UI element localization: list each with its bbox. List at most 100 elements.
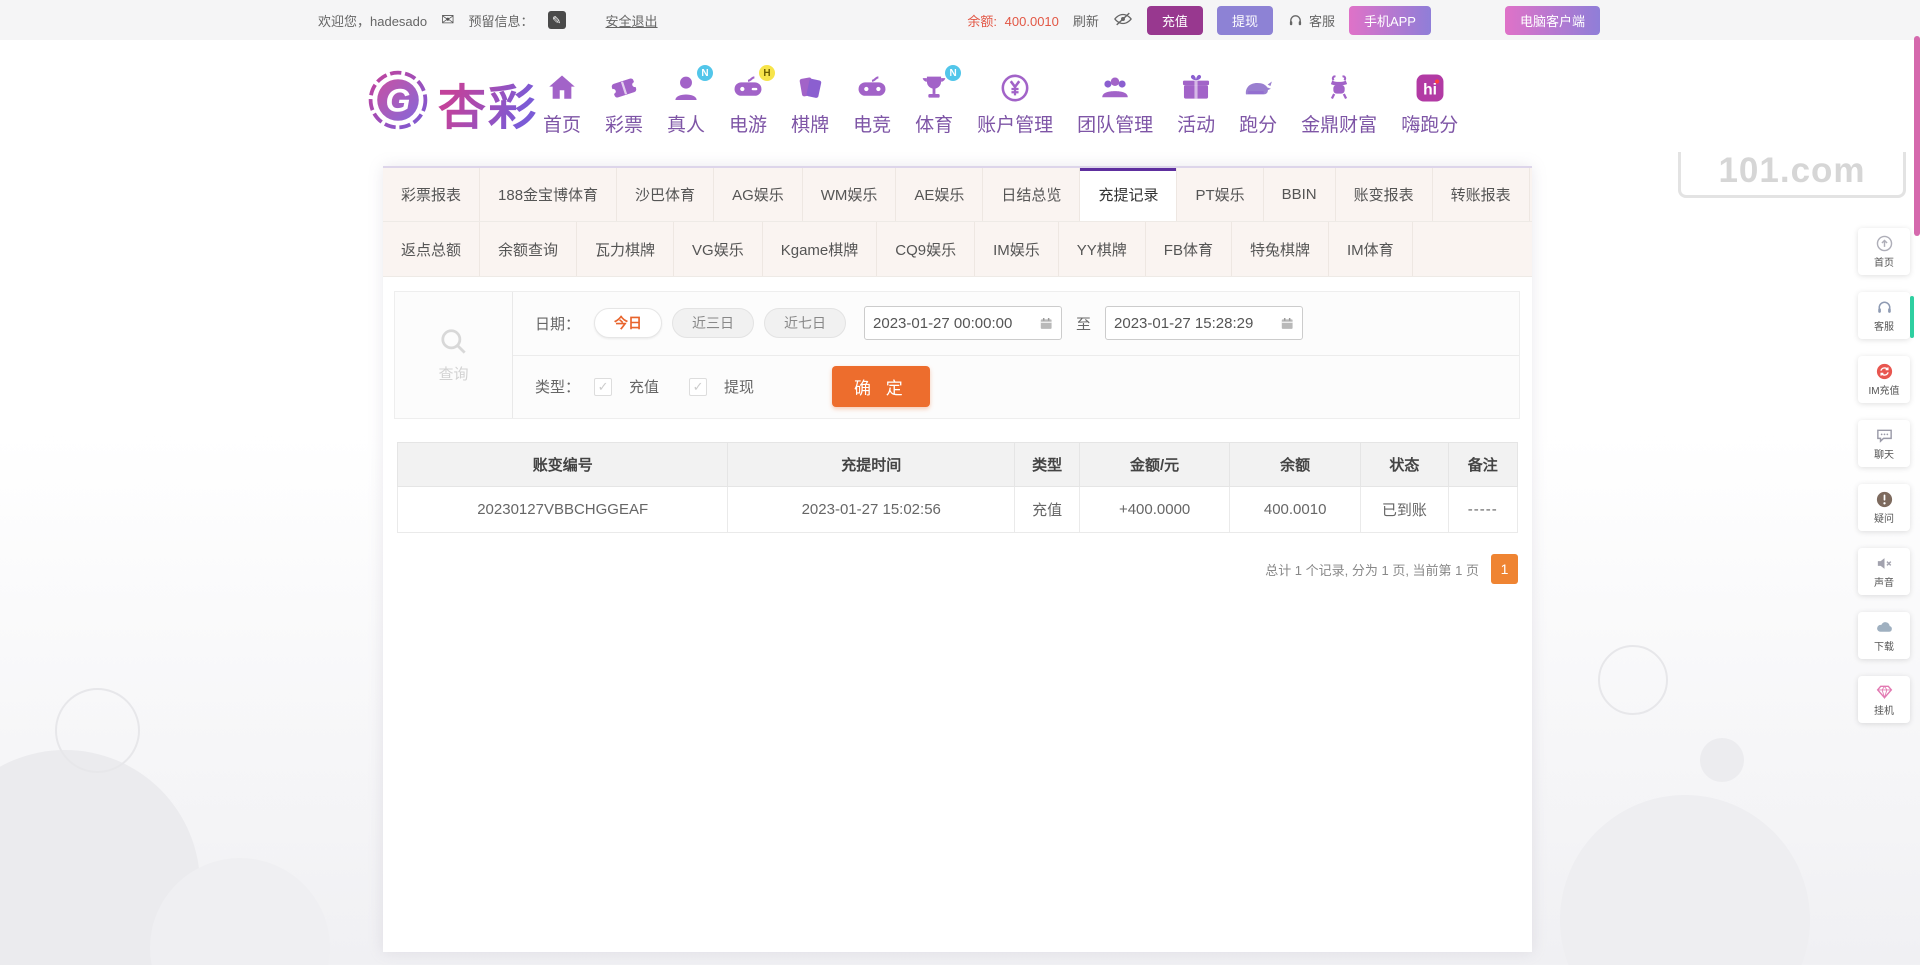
quick-3days-pill[interactable]: 近三日 (672, 308, 755, 339)
decor-balloon (1560, 795, 1810, 965)
decor-balloon (1598, 645, 1668, 715)
sidebar-item-question[interactable]: 疑问 (1858, 484, 1910, 531)
ticket-icon (606, 70, 642, 106)
nav-item-esports[interactable]: 电竞 (853, 70, 891, 137)
nav-item-live[interactable]: N 真人 (667, 65, 714, 137)
eye-off-icon[interactable] (1113, 10, 1133, 31)
sidebar-item-service[interactable]: 客服 (1858, 292, 1910, 339)
home-icon (544, 70, 580, 106)
new-badge: N (697, 65, 714, 81)
to-label: 至 (1076, 315, 1092, 333)
tab-zhuanzhang-baobiao[interactable]: 转账报表 (1433, 168, 1530, 221)
tab-wm-yule[interactable]: WM娱乐 (803, 168, 897, 221)
sidebar-label: 首页 (1874, 258, 1894, 269)
logout-link[interactable]: 安全退出 (606, 11, 658, 30)
quick-today-pill[interactable]: 今日 (594, 308, 663, 339)
sidebar-item-chat[interactable]: 聊天 (1858, 420, 1910, 467)
tab-im-yule[interactable]: IM娱乐 (975, 222, 1059, 276)
refresh-link[interactable]: 刷新 (1073, 11, 1099, 30)
withdraw-checkbox[interactable]: ✓ (689, 377, 708, 396)
tab-tetu-qipai[interactable]: 特兔棋牌 (1232, 222, 1329, 276)
tab-cq9-yule[interactable]: CQ9娱乐 (877, 222, 976, 276)
nav-label: 账户管理 (977, 115, 1054, 136)
col-change-id: 账变编号 (396, 442, 729, 487)
customer-service-link[interactable]: 客服 (1287, 11, 1335, 30)
nav-item-promos[interactable]: 活动 (1177, 70, 1215, 137)
tab-ag-yule[interactable]: AG娱乐 (714, 168, 803, 221)
nav-item-cards[interactable]: 棋牌 (791, 70, 829, 137)
sidebar-scroll-indicator[interactable] (1910, 296, 1914, 338)
table-row: 20230127VBBCHGGEAF 2023-01-27 15:02:56 充… (396, 486, 1519, 533)
nav-item-lottery[interactable]: 彩票 (605, 70, 643, 137)
withdraw-button[interactable]: 提现 (1216, 5, 1273, 35)
pc-client-button[interactable]: 电脑客户端 (1504, 5, 1600, 35)
sidebar-item-home[interactable]: 首页 (1858, 228, 1910, 275)
date-label: 日期： (535, 315, 581, 333)
sidebar-item-download[interactable]: 下载 (1858, 612, 1910, 659)
sidebar-label: 声音 (1874, 578, 1894, 589)
exclamation-circle-icon (1876, 491, 1892, 508)
hi-app-icon: hi (1412, 70, 1448, 106)
tab-zhangbian-baobiao[interactable]: 账变报表 (1336, 168, 1433, 221)
tab-wali-qipai[interactable]: 瓦力棋牌 (577, 222, 675, 276)
calendar-icon[interactable] (1280, 315, 1294, 331)
nav-item-hipaofen[interactable]: hi 嗨跑分 (1401, 70, 1458, 137)
cell-balance: 400.0010 (1229, 486, 1362, 533)
deposit-button[interactable]: 充值 (1146, 5, 1203, 35)
col-balance: 余额 (1229, 442, 1362, 487)
tab-shaba-tiyu[interactable]: 沙巴体育 (617, 168, 715, 221)
tab-caipiao-baobiao[interactable]: 彩票报表 (383, 168, 481, 221)
query-main: 日期： 今日 近三日 近七日 至 类型： ✓ 充值 ✓ 提现 (513, 292, 1519, 418)
recharge-refresh-icon (1876, 363, 1892, 380)
tab-kgame-qipai[interactable]: Kgame棋牌 (763, 222, 878, 276)
sidebar-item-im-recharge[interactable]: IM充值 (1858, 356, 1910, 403)
date-to-input[interactable] (1114, 314, 1276, 332)
confirm-button[interactable]: 确 定 (832, 366, 930, 408)
trophy-icon: N (916, 65, 962, 106)
brand-emblem-icon: G (364, 66, 432, 139)
sidebar-item-idle[interactable]: 挂机 (1858, 676, 1910, 723)
tab-fb-tiyu[interactable]: FB体育 (1146, 222, 1232, 276)
table-header-row: 账变编号 充提时间 类型 金额/元 余额 状态 备注 (396, 442, 1519, 487)
nav-item-account[interactable]: 账户管理 (977, 70, 1053, 137)
tab-bbin[interactable]: BBIN (1264, 168, 1336, 221)
nav-item-home[interactable]: 首页 (543, 70, 581, 137)
tab-fandian-zonge[interactable]: 返点总额 (383, 222, 481, 276)
pagination-summary: 总计 1 个记录, 分为 1 页, 当前第 1 页 (1265, 562, 1479, 578)
mobile-app-button[interactable]: 手机APP (1348, 5, 1431, 35)
page-scrollbar-thumb[interactable] (1914, 36, 1920, 236)
tab-pt-yule[interactable]: PT娱乐 (1177, 168, 1264, 221)
quick-sidebar: 首页 客服 IM充值 聊天 疑问 声音 下载 挂机 (1858, 228, 1910, 723)
date-from-input[interactable] (873, 314, 1035, 332)
deposit-checkbox[interactable]: ✓ (594, 377, 613, 396)
headset-icon (1877, 301, 1891, 313)
edit-pencil-icon[interactable]: ✎ (547, 11, 566, 29)
sidebar-item-sound[interactable]: 声音 (1858, 548, 1910, 595)
date-to-field[interactable] (1105, 306, 1304, 341)
topbar-right: 余额: 400.0010 刷新 充值 提现 客服 手机APP 电脑客户端 (967, 5, 1600, 35)
nav-item-paofen[interactable]: 跑分 (1239, 70, 1277, 137)
sidebar-label: 挂机 (1874, 706, 1894, 717)
nav-item-sports[interactable]: N 体育 (915, 65, 962, 137)
tab-chongti-jilu-active[interactable]: 充提记录 (1080, 168, 1178, 221)
tab-ae-yule[interactable]: AE娱乐 (896, 168, 984, 221)
nav-label: 跑分 (1239, 115, 1278, 136)
nav-item-team[interactable]: 团队管理 (1077, 70, 1153, 137)
date-from-field[interactable] (864, 306, 1063, 341)
tab-188jinbaobo-tiyu[interactable]: 188金宝博体育 (480, 168, 618, 221)
content-panel: 彩票报表 188金宝博体育 沙巴体育 AG娱乐 WM娱乐 AE娱乐 日结总览 充… (383, 166, 1532, 952)
sidebar-label: 客服 (1874, 322, 1894, 333)
tab-yy-qipai[interactable]: YY棋牌 (1059, 222, 1146, 276)
tab-im-tiyu[interactable]: IM体育 (1329, 222, 1413, 276)
sidebar-label: IM充值 (1868, 386, 1900, 397)
tab-rijie-zonglan[interactable]: 日结总览 (983, 168, 1081, 221)
calendar-icon[interactable] (1039, 315, 1053, 331)
page-1-button[interactable]: 1 (1491, 554, 1518, 584)
mail-icon[interactable]: ✉ (441, 10, 454, 30)
quick-7days-pill[interactable]: 近七日 (764, 308, 847, 339)
nav-item-egames[interactable]: H 电游 (729, 65, 776, 137)
tab-yue-chaxun[interactable]: 余额查询 (480, 222, 578, 276)
nav-item-jinding[interactable]: 金鼎财富 (1301, 70, 1377, 137)
brand-logo[interactable]: G 杏彩 (364, 66, 538, 139)
tab-vg-yule[interactable]: VG娱乐 (674, 222, 763, 276)
